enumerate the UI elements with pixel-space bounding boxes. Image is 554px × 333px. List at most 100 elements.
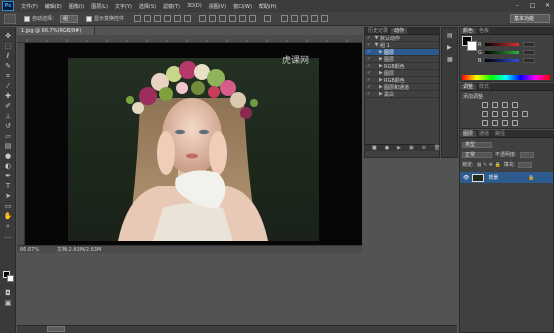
- new-action-icon[interactable]: ⊕: [422, 145, 426, 151]
- healing-brush-tool-icon[interactable]: ✚: [4, 92, 12, 100]
- expand-arrow-icon[interactable]: ▶: [373, 84, 383, 90]
- history-panel-icon[interactable]: ▤: [447, 32, 453, 39]
- checkmark-icon[interactable]: ✓: [365, 70, 373, 76]
- distribute-right-icon[interactable]: [249, 15, 257, 22]
- green-slider[interactable]: G: [478, 50, 548, 56]
- move-tool-preset-icon[interactable]: [4, 13, 16, 24]
- expand-arrow-icon[interactable]: ▶: [373, 77, 383, 83]
- record-icon[interactable]: ●: [385, 145, 389, 151]
- vertical-ruler[interactable]: [17, 43, 25, 245]
- red-slider[interactable]: R: [478, 42, 548, 48]
- blend-mode-dropdown[interactable]: 正常: [462, 151, 492, 158]
- blue-slider[interactable]: B: [478, 58, 548, 64]
- distribute-top-icon[interactable]: [199, 15, 207, 22]
- move-tool-icon[interactable]: ✥: [4, 32, 12, 40]
- align-vcenter-icon[interactable]: [144, 15, 152, 22]
- quick-select-tool-icon[interactable]: ✎: [4, 62, 12, 70]
- menu-edit[interactable]: 编辑(E): [45, 3, 62, 10]
- checkmark-icon[interactable]: ✓: [365, 63, 373, 69]
- tab-styles[interactable]: 样式: [476, 84, 492, 90]
- workspace-dropdown[interactable]: 基本功能: [510, 14, 550, 23]
- hand-tool-icon[interactable]: ✋: [4, 212, 13, 220]
- align-bottom-icon[interactable]: [154, 15, 162, 22]
- document-info[interactable]: 文档:2.63M/2.63M: [57, 246, 101, 253]
- menu-view[interactable]: 视图(V): [209, 3, 226, 10]
- checkmark-icon[interactable]: ✓: [365, 56, 373, 62]
- menu-help[interactable]: 帮助(H): [259, 3, 277, 10]
- close-button[interactable]: ✕: [543, 1, 552, 10]
- color-panel-background-swatch[interactable]: [467, 41, 477, 51]
- layer-row-background[interactable]: 👁 背景 🔒: [460, 172, 553, 183]
- tab-swatches[interactable]: 色板: [476, 28, 492, 34]
- distribute-left-icon[interactable]: [229, 15, 237, 22]
- align-left-icon[interactable]: [164, 15, 172, 22]
- auto-align-icon[interactable]: [264, 15, 272, 22]
- tab-layers[interactable]: 图层: [460, 131, 477, 137]
- gradient-tool-icon[interactable]: ▤: [4, 142, 12, 150]
- trash-icon[interactable]: 🗑: [434, 145, 440, 151]
- type-tool-icon[interactable]: T: [4, 182, 12, 190]
- green-track[interactable]: [485, 51, 519, 54]
- auto-select-checkbox[interactable]: [24, 15, 30, 22]
- expand-arrow-icon[interactable]: ▶: [373, 70, 383, 76]
- mini-bridge-tab[interactable]: [47, 326, 65, 332]
- action-row[interactable]: ✓ ▶ 黑白: [365, 91, 439, 98]
- minimize-button[interactable]: –: [513, 1, 522, 10]
- path-selection-tool-icon[interactable]: ➤: [4, 192, 12, 200]
- tab-color[interactable]: 颜色: [460, 28, 477, 34]
- 3d-slide-icon[interactable]: [321, 15, 329, 22]
- black-white-icon[interactable]: [512, 111, 518, 117]
- properties-panel-icon[interactable]: ▦: [447, 56, 453, 63]
- menu-layer[interactable]: 图层(L): [91, 3, 108, 10]
- blur-tool-icon[interactable]: ●: [4, 152, 12, 160]
- align-hcenter-icon[interactable]: [174, 15, 182, 22]
- layer-kind-filter[interactable]: 类型: [462, 141, 492, 148]
- posterize-icon[interactable]: [492, 120, 498, 126]
- gradient-map-icon[interactable]: [512, 120, 518, 126]
- zoom-tool-icon[interactable]: ⌕: [4, 222, 12, 230]
- brightness-icon[interactable]: [482, 102, 488, 108]
- tab-channels[interactable]: 通道: [476, 131, 492, 137]
- expand-arrow-icon[interactable]: ▶: [373, 56, 383, 62]
- 3d-pan-icon[interactable]: [311, 15, 319, 22]
- levels-icon[interactable]: [492, 102, 498, 108]
- menu-file[interactable]: 文件(F): [21, 3, 38, 10]
- document-tab[interactable]: 1.jpg @ 66.7%(RGB/8#): [17, 27, 95, 35]
- brush-tool-icon[interactable]: ✐: [4, 102, 12, 110]
- menu-filter[interactable]: 滤镜(T): [163, 3, 180, 10]
- tab-adjustments[interactable]: 调整: [460, 84, 477, 90]
- layer-visibility-eye-icon[interactable]: 👁: [463, 175, 469, 181]
- background-color-swatch[interactable]: [7, 275, 14, 282]
- expand-arrow-icon[interactable]: ▶: [373, 63, 383, 69]
- checkmark-icon[interactable]: ✓: [365, 35, 373, 41]
- expand-arrow-icon[interactable]: ▶: [373, 49, 383, 55]
- tab-paths[interactable]: 路径: [492, 131, 508, 137]
- action-row[interactable]: ✓ ▶ 图层和通道: [365, 84, 439, 91]
- curves-icon[interactable]: [502, 102, 508, 108]
- checkmark-icon[interactable]: ✓: [365, 91, 373, 97]
- hue-saturation-icon[interactable]: [492, 111, 498, 117]
- photo-filter-icon[interactable]: [522, 111, 528, 117]
- action-row[interactable]: ✓ ▶ RGB颜色: [365, 63, 439, 70]
- play-icon[interactable]: ▶: [397, 145, 401, 151]
- menu-image[interactable]: 图像(I): [69, 3, 84, 10]
- screen-mode-icon[interactable]: ▣: [4, 299, 12, 307]
- distribute-vcenter-icon[interactable]: [209, 15, 217, 22]
- lock-icons[interactable]: ▦ ✎ ✥ 🔒: [477, 162, 501, 168]
- new-set-icon[interactable]: ▣: [409, 145, 414, 151]
- lasso-tool-icon[interactable]: ℓ: [4, 52, 12, 60]
- threshold-icon[interactable]: [502, 120, 508, 126]
- fill-field[interactable]: [518, 161, 533, 168]
- blue-track[interactable]: [485, 59, 519, 62]
- history-brush-tool-icon[interactable]: ↺: [4, 122, 12, 130]
- align-top-icon[interactable]: [134, 15, 142, 22]
- horizontal-ruler[interactable]: [17, 35, 362, 43]
- menu-window[interactable]: 窗口(W): [233, 3, 252, 10]
- expand-arrow-icon[interactable]: ▼: [373, 35, 380, 41]
- eraser-tool-icon[interactable]: ▱: [4, 132, 12, 140]
- checkmark-icon[interactable]: ✓: [365, 49, 373, 55]
- show-transform-checkbox[interactable]: [86, 15, 93, 22]
- expand-arrow-icon[interactable]: ▼: [373, 42, 380, 48]
- document-image[interactable]: [68, 58, 319, 241]
- eyedropper-tool-icon[interactable]: ⁄: [4, 82, 12, 90]
